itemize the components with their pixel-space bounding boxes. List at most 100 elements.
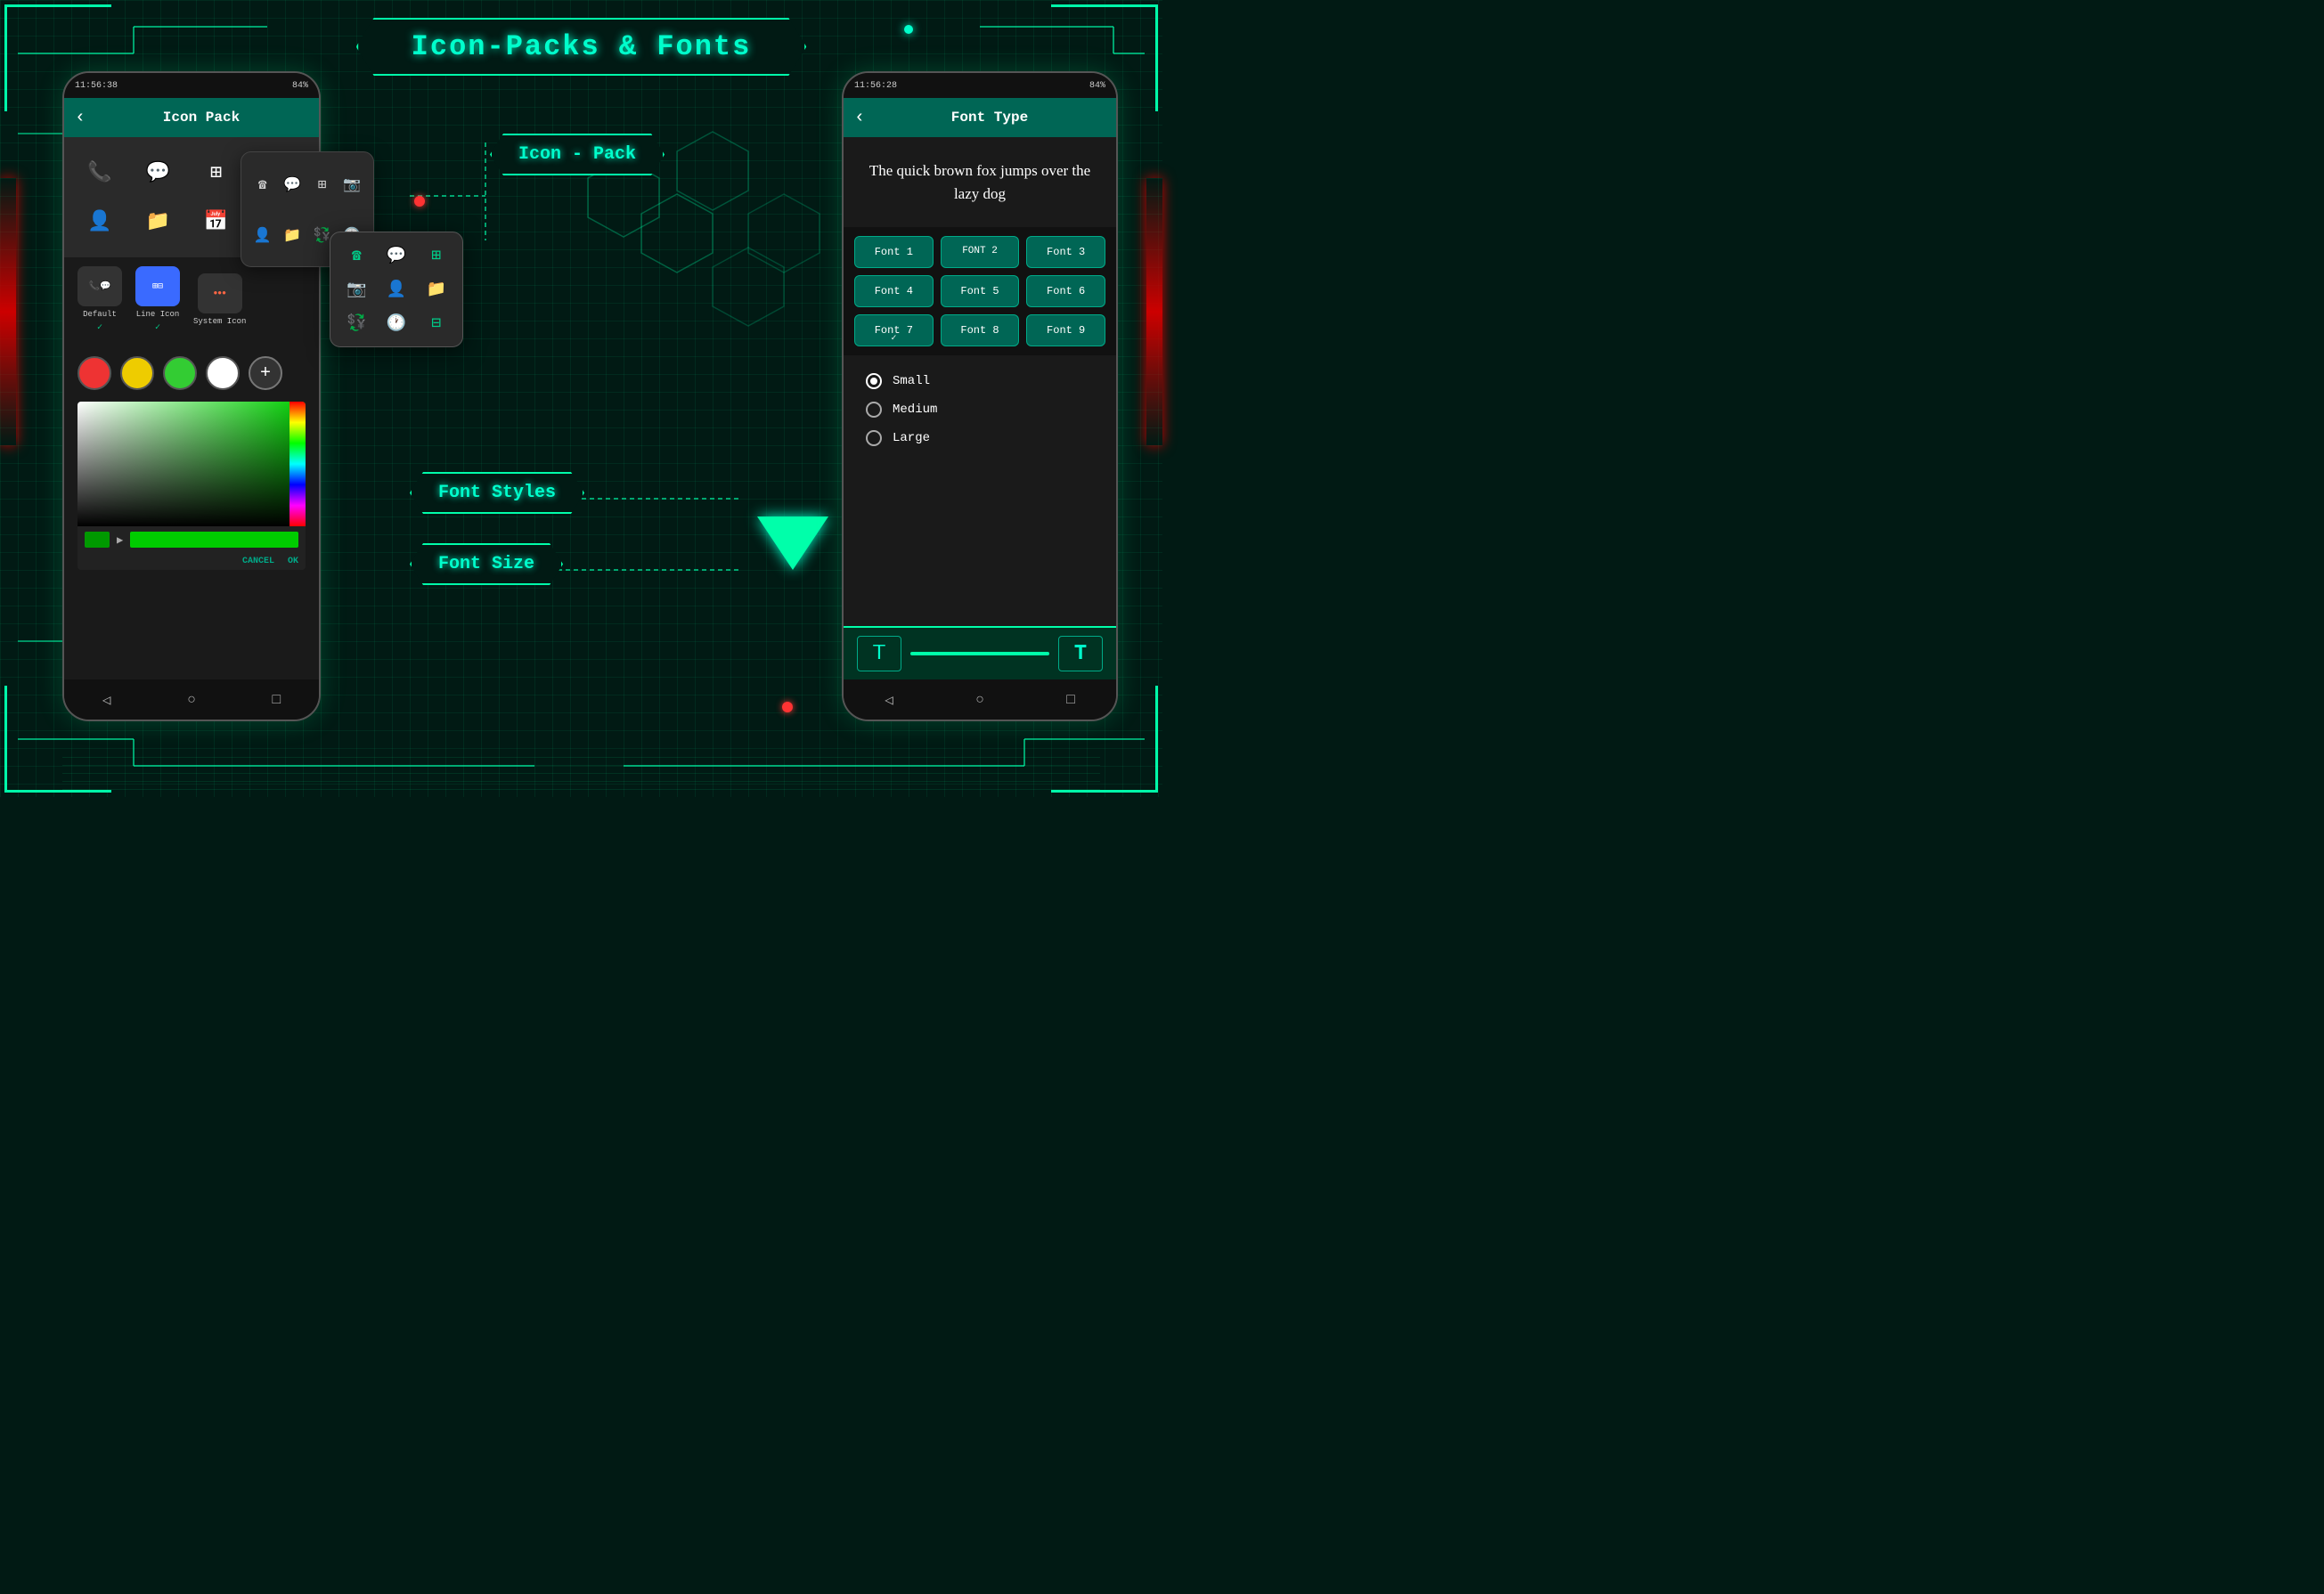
font-btn-4[interactable]: Font 4 [854, 275, 934, 307]
icon-phone[interactable]: 📞 [82, 155, 118, 191]
font-bar-slider[interactable] [910, 652, 1049, 655]
icon-contacts[interactable]: 👤 [82, 204, 118, 240]
radio-circle-small [866, 373, 882, 389]
darkness-gradient [77, 402, 306, 526]
color-picker-buttons: CANCEL OK [77, 553, 306, 570]
icon-calendar[interactable]: 📅 [199, 204, 234, 240]
font-size-badge: Font Size [410, 543, 563, 585]
font-btn-8[interactable]: Font 8 [941, 314, 1020, 346]
font-bar-icon-text[interactable]: 𝖳 [857, 636, 901, 671]
font-btn-2[interactable]: FONT 2 [941, 236, 1020, 268]
color-picker: ▶ CANCEL OK [77, 402, 306, 570]
radio-small-label: Small [893, 374, 930, 388]
cancel-button[interactable]: CANCEL [242, 557, 274, 566]
phone-right: 11:56:28 84% ‹ Font Type The quick brown… [842, 71, 1118, 721]
nav-home-icon[interactable]: ○ [187, 692, 196, 708]
radio-large-label: Large [893, 431, 930, 445]
right-header-title: Font Type [874, 110, 1105, 126]
font-size-section: Small Medium Large [844, 355, 1116, 476]
float-green-extra: ⊟ [420, 311, 452, 336]
radio-circle-medium [866, 402, 882, 418]
app-title: Icon-Packs & Fonts [412, 30, 752, 63]
font-preview-text: The quick brown fox jumps over the lazy … [844, 137, 1116, 227]
font-btn-5[interactable]: Font 5 [941, 275, 1020, 307]
font-bar-icon-T[interactable]: 𝐓 [1058, 636, 1103, 671]
left-back-button[interactable]: ‹ [75, 108, 86, 128]
triangle-down-shape [757, 516, 828, 570]
float-icon-user: 👤 [252, 214, 273, 256]
style-line-label: Line Icon [136, 310, 180, 319]
radio-large[interactable]: Large [866, 430, 1094, 446]
color-arrow-icon: ▶ [117, 533, 123, 547]
style-default-box: 📞💬 [77, 266, 122, 306]
left-phone-header: ‹ Icon Pack [64, 98, 319, 137]
color-swatches: + [64, 349, 319, 397]
style-line[interactable]: ⊞⊟ Line Icon ✓ [135, 266, 180, 333]
font-btn-1[interactable]: Font 1 [854, 236, 934, 268]
color-yellow[interactable] [120, 356, 154, 390]
color-preview-row: ▶ [77, 526, 306, 553]
font-styles-badge: Font Styles [410, 472, 584, 514]
font-size-label-container: Font Size [410, 543, 563, 585]
float-green-phone: ☎ [341, 243, 372, 268]
color-green[interactable] [163, 356, 197, 390]
glow-dot-2 [904, 25, 913, 34]
style-system[interactable]: ●●● System Icon [193, 273, 246, 326]
ok-button[interactable]: OK [288, 557, 298, 566]
radio-medium-label: Medium [893, 403, 937, 417]
left-time: 11:56:38 [75, 81, 118, 91]
color-add-button[interactable]: + [249, 356, 282, 390]
right-nav-back-icon[interactable]: ◁ [885, 691, 893, 709]
style-default[interactable]: 📞💬 Default ✓ [77, 266, 122, 333]
right-nav-bar: ◁ ○ □ [844, 679, 1116, 720]
color-after [130, 532, 298, 548]
right-phone-header: ‹ Font Type [844, 98, 1116, 137]
spectrum-bar[interactable] [289, 402, 306, 526]
icon-style-section: 📞💬 Default ✓ ⊞⊟ Line Icon ✓ ●●● System I… [64, 257, 319, 349]
right-back-button[interactable]: ‹ [854, 108, 865, 128]
font-btn-7[interactable]: Font 7 [854, 314, 934, 346]
right-status-bar: 11:56:28 84% [844, 73, 1116, 98]
color-white[interactable] [206, 356, 240, 390]
radio-medium[interactable]: Medium [866, 402, 1094, 418]
left-status-bar: 11:56:38 84% [64, 73, 319, 98]
float-green-folder: 📁 [420, 277, 452, 302]
float-icon-grid: ⊞ [312, 163, 333, 205]
style-line-box: ⊞⊟ [135, 266, 180, 306]
font-btn-9[interactable]: Font 9 [1026, 314, 1105, 346]
style-system-label: System Icon [193, 317, 246, 326]
float-green-msg: 💬 [381, 243, 412, 268]
icon-pack-badge: Icon - Pack [490, 134, 665, 175]
icon-apps[interactable]: ⊞ [199, 155, 234, 191]
right-battery: 84% [1089, 81, 1105, 91]
nav-back-icon[interactable]: ◁ [102, 691, 111, 709]
float-icon-folder: 📁 [282, 214, 304, 256]
color-red[interactable] [77, 356, 111, 390]
style-system-box: ●●● [198, 273, 242, 313]
font-grid: Font 1 FONT 2 Font 3 Font 4 Font 5 Font … [844, 227, 1116, 355]
left-nav-bar: ◁ ○ □ [64, 679, 319, 720]
triangle-decoration [757, 516, 828, 570]
style-default-label: Default [83, 310, 117, 319]
nav-recents-icon[interactable]: □ [273, 692, 281, 708]
radio-small[interactable]: Small [866, 373, 1094, 389]
color-picker-area[interactable] [77, 402, 306, 526]
floating-panel-green: ☎ 💬 ⊞ 📷 👤 📁 💱 🕐 ⊟ [330, 232, 463, 347]
float-icon-phone: ☎ [252, 163, 273, 205]
float-green-user: 👤 [381, 277, 412, 302]
font-btn-6[interactable]: Font 6 [1026, 275, 1105, 307]
float-green-cam: 📷 [341, 277, 372, 302]
font-bottom-bar: 𝖳 𝐓 [844, 626, 1116, 679]
app-title-container: Icon-Packs & Fonts [356, 18, 807, 76]
icon-sms[interactable]: 💬 [140, 155, 175, 191]
left-battery: 84% [292, 81, 308, 91]
icon-style-row: 📞💬 Default ✓ ⊞⊟ Line Icon ✓ ●●● System I… [77, 266, 306, 333]
right-nav-home-icon[interactable]: ○ [975, 692, 984, 708]
font-btn-3[interactable]: Font 3 [1026, 236, 1105, 268]
icon-pack-label-container: Icon - Pack [490, 134, 665, 175]
radio-dot-small [870, 378, 877, 385]
color-before [85, 532, 110, 548]
right-nav-recents-icon[interactable]: □ [1066, 692, 1075, 708]
red-dot-2 [782, 702, 793, 712]
icon-files[interactable]: 📁 [140, 204, 175, 240]
